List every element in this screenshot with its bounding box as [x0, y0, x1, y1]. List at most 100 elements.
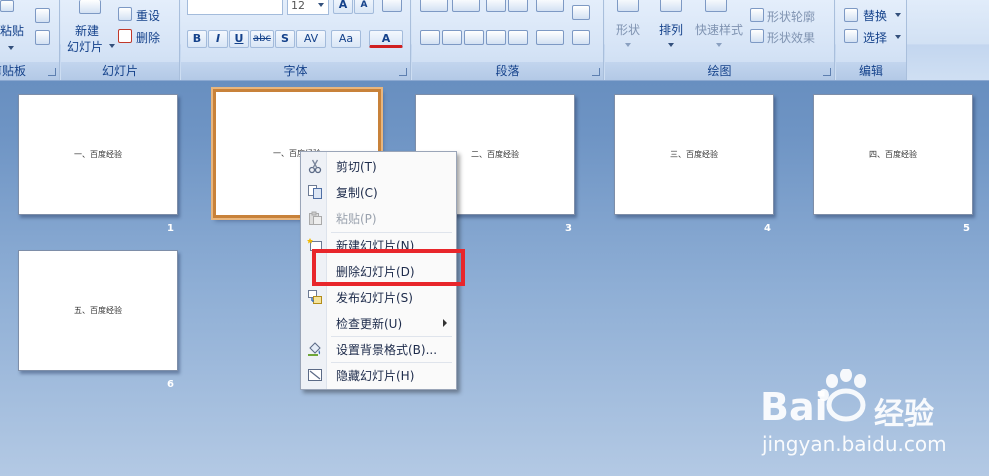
slide-thumbnail-5[interactable]: 四、百度经验 — [813, 94, 973, 215]
format-painter-icon[interactable] — [35, 30, 50, 45]
new-slide-dropdown-caret[interactable] — [109, 44, 115, 48]
publish-slides-icon — [308, 290, 322, 304]
numbering-icon[interactable] — [452, 0, 480, 12]
menu-item-copy[interactable]: 复制(C) — [302, 180, 456, 204]
reset-icon[interactable] — [118, 7, 132, 21]
menu-item-cut[interactable]: 剪切(T) — [302, 154, 456, 178]
copy-icon[interactable] — [35, 8, 50, 23]
char-spacing-button[interactable]: AV — [296, 30, 326, 48]
bullets-icon[interactable] — [420, 0, 448, 12]
slides-group-label: 幻灯片 — [61, 62, 179, 80]
clear-formatting-icon[interactable] — [382, 0, 402, 12]
slide-thumbnail-6[interactable]: 五、百度经验 — [18, 250, 178, 371]
quick-styles-icon[interactable] — [705, 0, 727, 12]
paste-button-label[interactable]: 粘贴 — [0, 22, 24, 39]
new-slide-icon[interactable] — [79, 0, 101, 14]
align-center-icon[interactable] — [442, 30, 462, 45]
shapes-caret[interactable] — [625, 43, 631, 47]
replace-button[interactable]: 替换 — [863, 7, 887, 24]
shapes-button[interactable]: 形状 — [616, 21, 640, 38]
new-slide-label-1[interactable]: 新建 — [75, 22, 99, 39]
delete-button[interactable]: 删除 — [136, 29, 160, 46]
menu-item-label: 剪切(T) — [336, 160, 377, 174]
highlight-annotation-box — [312, 249, 465, 286]
shape-outline-icon[interactable] — [750, 8, 764, 22]
increase-indent-icon[interactable] — [508, 0, 528, 12]
shrink-font-button[interactable]: A — [354, 0, 374, 14]
menu-item-label: 复制(C) — [336, 186, 378, 200]
replace-caret[interactable] — [895, 13, 901, 17]
replace-icon[interactable] — [844, 8, 858, 22]
drawing-dialog-launcher[interactable] — [823, 68, 831, 76]
menu-item-label: 粘贴(P) — [336, 212, 377, 226]
editing-group: 替换 选择 编辑 — [836, 0, 907, 80]
slide-thumbnail-4[interactable]: 三、百度经验 — [614, 94, 774, 215]
watermark-url: jingyan.baidu.com — [762, 432, 947, 456]
line-spacing-icon[interactable] — [536, 0, 564, 12]
menu-item-label: 隐藏幻灯片(H) — [336, 369, 415, 383]
shadow-button[interactable]: S — [275, 30, 295, 48]
font-color-button[interactable]: A — [369, 30, 403, 48]
paragraph-group-label: 段落 — [412, 62, 603, 80]
font-dialog-launcher[interactable] — [399, 68, 407, 76]
text-direction-icon[interactable] — [572, 5, 590, 20]
slide-number: 1 — [167, 223, 174, 234]
copy-icon — [308, 185, 322, 199]
slides-group: 新建 幻灯片 重设 删除 幻灯片 — [61, 0, 180, 80]
paragraph-group: 段落 — [412, 0, 604, 80]
bold-button[interactable]: B — [187, 30, 207, 48]
slide-thumbnail-1[interactable]: 一、百度经验 — [18, 94, 178, 215]
italic-button[interactable]: I — [208, 30, 228, 48]
font-group-label: 字体 — [181, 62, 410, 80]
select-caret[interactable] — [895, 35, 901, 39]
change-case-button[interactable]: Aa — [331, 30, 361, 48]
menu-item-label: 发布幻灯片(S) — [336, 291, 413, 305]
delete-icon[interactable] — [118, 29, 132, 43]
scissors-icon — [308, 159, 322, 174]
slide-title: 四、百度经验 — [869, 149, 917, 159]
paste-dropdown-caret[interactable] — [8, 46, 14, 50]
select-icon[interactable] — [844, 29, 858, 43]
smartart-icon[interactable] — [572, 30, 590, 45]
select-button[interactable]: 选择 — [863, 29, 887, 46]
shape-effects-icon[interactable] — [750, 29, 764, 43]
menu-item-hide-slide[interactable]: 隐藏幻灯片(H) — [302, 363, 456, 387]
editing-group-label: 编辑 — [836, 62, 906, 80]
arrange-button[interactable]: 排列 — [659, 21, 683, 38]
paste-icon[interactable] — [0, 0, 14, 12]
shape-outline-button[interactable]: 形状轮廓 — [767, 8, 815, 25]
watermark-brand: Bai — [760, 385, 828, 429]
quick-styles-caret[interactable] — [716, 43, 722, 47]
slide-number: 4 — [764, 223, 771, 234]
quick-styles-button[interactable]: 快速样式 — [695, 21, 743, 38]
reset-button[interactable]: 重设 — [136, 7, 160, 24]
font-name-combo[interactable] — [187, 0, 283, 15]
shapes-icon[interactable] — [617, 0, 639, 12]
columns-icon[interactable] — [536, 30, 564, 45]
grow-font-button[interactable]: A — [333, 0, 353, 14]
decrease-indent-icon[interactable] — [486, 0, 506, 12]
menu-item-paste[interactable]: 粘贴(P) — [302, 206, 456, 230]
shape-effects-button[interactable]: 形状效果 — [767, 29, 815, 46]
font-size-caret[interactable] — [318, 3, 324, 7]
paint-bucket-icon — [308, 342, 321, 356]
arrange-icon[interactable] — [660, 0, 682, 12]
slide-number: 3 — [565, 223, 572, 234]
underline-button[interactable]: U — [229, 30, 249, 48]
clipboard-dialog-launcher[interactable] — [48, 68, 56, 76]
distribute-icon[interactable] — [508, 30, 528, 45]
slide-number: 6 — [167, 379, 174, 390]
align-right-icon[interactable] — [464, 30, 484, 45]
slide-title: 一、百度经验 — [74, 149, 122, 159]
new-slide-label-2[interactable]: 幻灯片 — [67, 38, 103, 55]
menu-item-format-background[interactable]: 设置背景格式(B)... — [302, 337, 456, 361]
align-left-icon[interactable] — [420, 30, 440, 45]
menu-item-check-updates[interactable]: 检查更新(U) — [302, 311, 456, 335]
paragraph-dialog-launcher[interactable] — [592, 68, 600, 76]
strikethrough-button[interactable]: abc — [250, 30, 274, 48]
justify-icon[interactable] — [486, 30, 506, 45]
menu-item-publish-slides[interactable]: 发布幻灯片(S) — [302, 285, 456, 309]
arrange-caret[interactable] — [668, 43, 674, 47]
ribbon: 粘贴 剪贴板 新建 幻灯片 重设 删除 幻灯片 12 A A B I U abc… — [0, 0, 989, 81]
slide-title: 三、百度经验 — [670, 149, 718, 159]
